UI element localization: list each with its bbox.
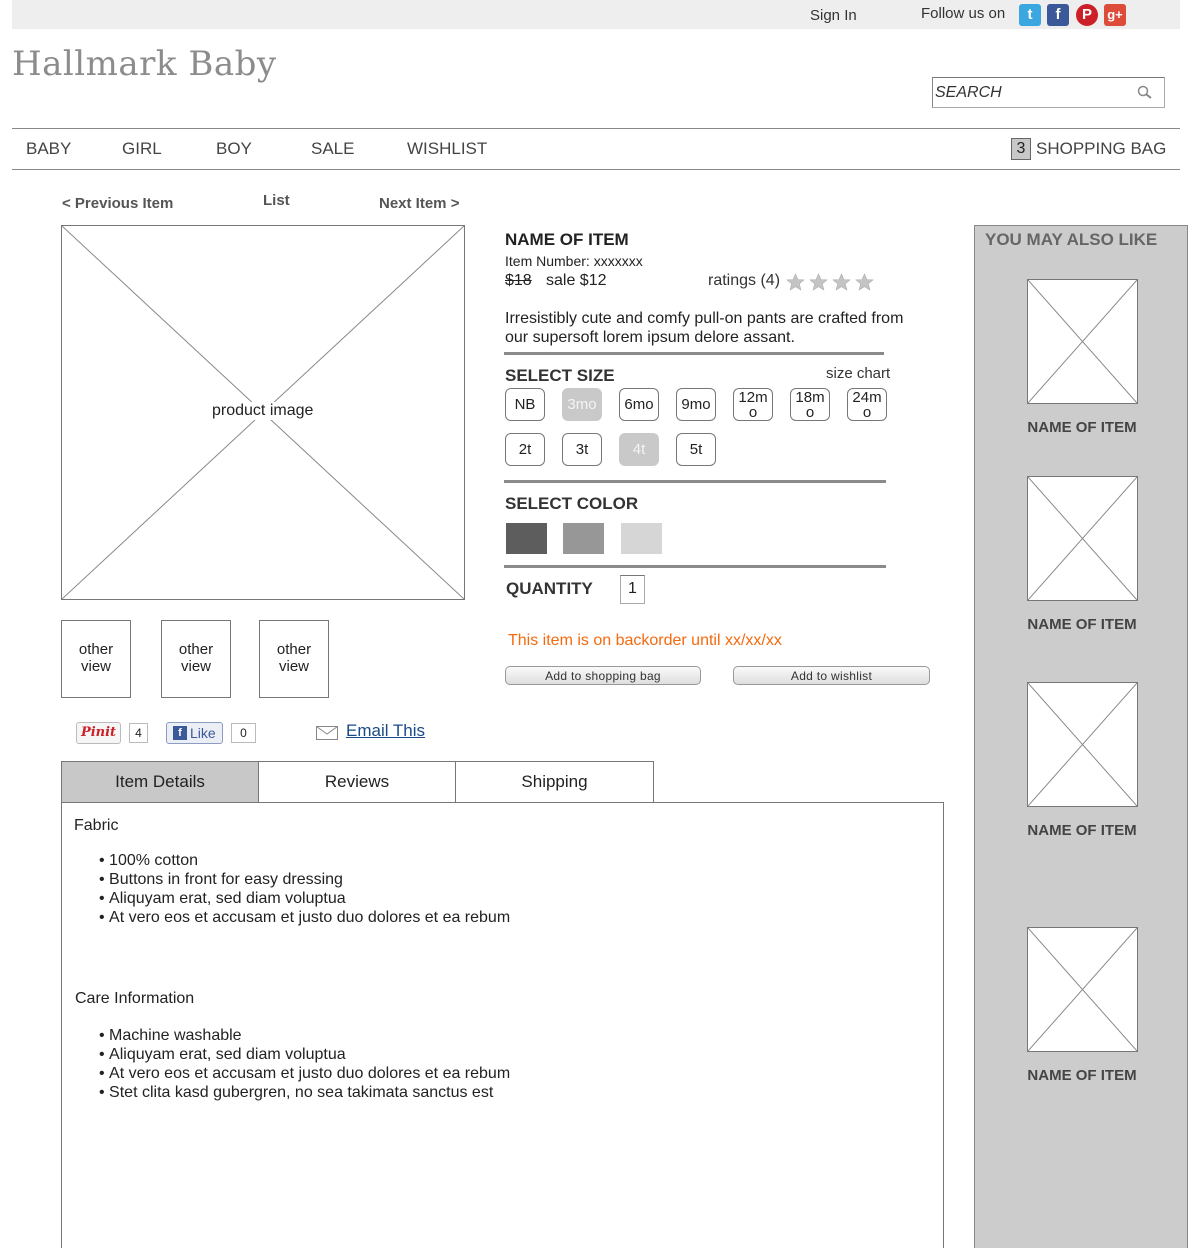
- size-option-3mo[interactable]: 3mo: [562, 388, 602, 421]
- size-option-5t[interactable]: 5t: [676, 433, 716, 466]
- quantity-input[interactable]: 1: [620, 575, 645, 604]
- recommended-item-name[interactable]: NAME OF ITEM: [1027, 822, 1137, 839]
- recommendations-title: YOU MAY ALSO LIKE: [985, 230, 1158, 249]
- color-swatch[interactable]: [506, 523, 547, 554]
- sale-price: sale $12: [546, 272, 607, 289]
- care-list-item: Aliquyam erat, sed diam voluptua: [99, 1045, 510, 1064]
- tab-item-details[interactable]: Item Details: [61, 761, 259, 803]
- recommended-item-image[interactable]: [1027, 927, 1138, 1052]
- item-name: NAME OF ITEM: [505, 230, 629, 249]
- recommended-item-image[interactable]: [1027, 476, 1138, 601]
- section-divider: [504, 352, 884, 355]
- sign-in-link[interactable]: Sign In: [810, 7, 857, 24]
- nav-item-sale[interactable]: SALE: [311, 139, 354, 159]
- size-chart-link[interactable]: size chart: [826, 365, 890, 382]
- search-box: [932, 77, 1165, 108]
- nav-item-boy[interactable]: BOY: [216, 139, 252, 159]
- fabric-list-item: At vero eos et accusam et justo duo dolo…: [99, 908, 510, 927]
- ratings-label[interactable]: ratings (4): [708, 272, 780, 290]
- care-list-item: Machine washable: [99, 1026, 510, 1045]
- star-icon[interactable]: [809, 273, 828, 291]
- shopping-bag-link[interactable]: SHOPPING BAG: [1036, 139, 1166, 159]
- thumbnail-other-view[interactable]: other view: [61, 620, 131, 698]
- nav-item-girl[interactable]: GIRL: [122, 139, 162, 159]
- image-placeholder-icon: [1028, 280, 1137, 403]
- recommended-item-image[interactable]: [1027, 682, 1138, 807]
- mail-icon[interactable]: [316, 726, 338, 740]
- fabric-list-item: Buttons in front for easy dressing: [99, 870, 510, 889]
- search-icon[interactable]: [1136, 84, 1154, 102]
- star-icon[interactable]: [855, 273, 874, 291]
- care-list: Machine washableAliquyam erat, sed diam …: [99, 1026, 510, 1102]
- fabric-list-item: Aliquyam erat, sed diam voluptua: [99, 889, 510, 908]
- nav-divider-top: [12, 128, 1180, 129]
- add-to-bag-button[interactable]: Add to shopping bag: [505, 666, 701, 685]
- quantity-label: QUANTITY: [506, 579, 593, 598]
- facebook-icon[interactable]: f: [1047, 4, 1069, 26]
- like-label: Like: [190, 725, 216, 741]
- item-number: Item Number: xxxxxxx: [505, 253, 643, 269]
- twitter-icon[interactable]: t: [1019, 4, 1041, 26]
- size-option-4t[interactable]: 4t: [619, 433, 659, 466]
- next-item-link[interactable]: Next Item >: [379, 195, 459, 212]
- original-price: $18: [505, 272, 532, 289]
- product-image-label: product image: [210, 402, 316, 420]
- care-list-item: Stet clita kasd gubergren, no sea takima…: [99, 1083, 510, 1102]
- fabric-heading: Fabric: [74, 817, 119, 834]
- add-to-wishlist-button[interactable]: Add to wishlist: [733, 666, 930, 685]
- bag-count-badge[interactable]: 3: [1011, 138, 1031, 160]
- nav-item-baby[interactable]: BABY: [26, 139, 71, 159]
- section-divider: [504, 480, 886, 483]
- like-count: 0: [231, 723, 256, 743]
- nav-item-wishlist[interactable]: WISHLIST: [407, 139, 487, 159]
- image-placeholder-icon: [1028, 477, 1137, 600]
- pin-count: 4: [129, 723, 148, 743]
- fabric-list: 100% cottonButtons in front for easy dre…: [99, 851, 510, 927]
- color-swatch[interactable]: [621, 523, 662, 554]
- site-logo[interactable]: Hallmark Baby: [12, 44, 277, 84]
- facebook-icon: f: [173, 726, 187, 740]
- pinit-button[interactable]: Pinit: [76, 722, 121, 744]
- select-size-title: SELECT SIZE: [505, 366, 615, 385]
- size-option-9mo[interactable]: 9mo: [676, 388, 716, 421]
- select-color-title: SELECT COLOR: [505, 494, 639, 513]
- size-option-12mo[interactable]: 12mo: [733, 388, 773, 421]
- backorder-message: This item is on backorder until xx/xx/xx: [508, 632, 782, 649]
- tab-shipping[interactable]: Shipping: [455, 761, 654, 803]
- tab-panel: Fabric 100% cottonButtons in front for e…: [61, 802, 944, 1248]
- size-option-18mo[interactable]: 18mo: [790, 388, 830, 421]
- thumbnail-other-view[interactable]: other view: [259, 620, 329, 698]
- size-option-nb[interactable]: NB: [505, 388, 545, 421]
- star-icon[interactable]: [832, 273, 851, 291]
- previous-item-link[interactable]: < Previous Item: [62, 195, 173, 212]
- item-description: Irresistibly cute and comfy pull-on pant…: [505, 310, 904, 346]
- image-placeholder-icon: [1028, 928, 1137, 1051]
- star-icon[interactable]: [786, 273, 805, 291]
- google-plus-icon[interactable]: g+: [1104, 4, 1126, 26]
- follow-us-label: Follow us on: [921, 5, 1006, 22]
- pinterest-icon[interactable]: P: [1076, 4, 1098, 26]
- fabric-list-item: 100% cotton: [99, 851, 510, 870]
- size-option-3t[interactable]: 3t: [562, 433, 602, 466]
- recommended-item-name[interactable]: NAME OF ITEM: [1027, 419, 1137, 436]
- section-divider: [504, 565, 886, 568]
- recommended-item-image[interactable]: [1027, 279, 1138, 404]
- tab-reviews[interactable]: Reviews: [258, 761, 456, 803]
- care-list-item: At vero eos et accusam et justo duo dolo…: [99, 1064, 510, 1083]
- size-option-24mo[interactable]: 24mo: [847, 388, 887, 421]
- recommended-item-name[interactable]: NAME OF ITEM: [1027, 1067, 1137, 1084]
- list-link[interactable]: List: [263, 192, 290, 209]
- search-input[interactable]: [935, 82, 1125, 104]
- care-heading: Care Information: [75, 990, 195, 1007]
- recommended-item-name[interactable]: NAME OF ITEM: [1027, 616, 1137, 633]
- size-option-6mo[interactable]: 6mo: [619, 388, 659, 421]
- facebook-like-button[interactable]: f Like: [166, 722, 223, 744]
- size-option-2t[interactable]: 2t: [505, 433, 545, 466]
- thumbnail-other-view[interactable]: other view: [161, 620, 231, 698]
- color-swatch[interactable]: [563, 523, 604, 554]
- email-this-link[interactable]: Email This: [346, 721, 425, 741]
- image-placeholder-icon: [1028, 683, 1137, 806]
- nav-divider-bottom: [12, 169, 1180, 170]
